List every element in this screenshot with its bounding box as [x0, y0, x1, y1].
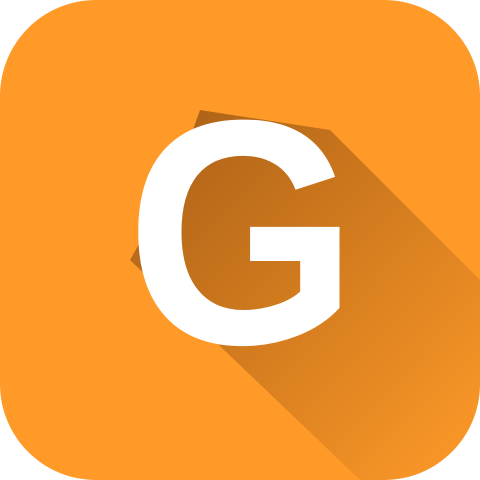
app-icon[interactable]: G: [0, 0, 480, 480]
g-letter-icon: G: [126, 53, 358, 411]
